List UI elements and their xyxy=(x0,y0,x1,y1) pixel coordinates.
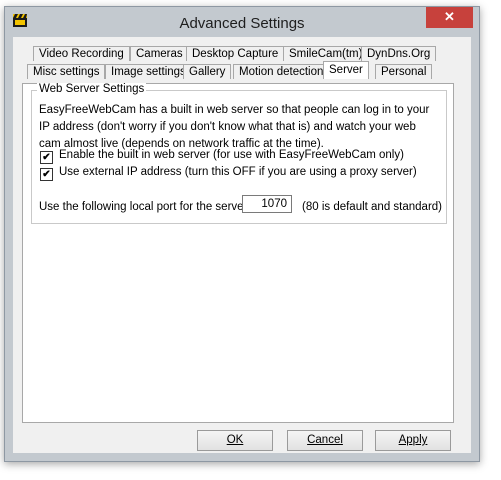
external-ip-row[interactable]: ✔ Use external IP address (turn this OFF … xyxy=(40,164,417,181)
tab-image-settings[interactable]: Image settings xyxy=(105,64,192,79)
tab-cameras[interactable]: Cameras xyxy=(130,46,189,61)
group-title: Web Server Settings xyxy=(37,83,147,95)
tab-server[interactable]: Server xyxy=(323,61,369,79)
web-server-settings-group: Web Server Settings EasyFreeWebCam has a… xyxy=(31,83,447,224)
tab-motion-detection[interactable]: Motion detection xyxy=(233,64,330,79)
tab-dyndns[interactable]: DynDns.Org xyxy=(361,46,437,61)
tab-video-recording[interactable]: Video Recording xyxy=(33,46,130,61)
port-hint: (80 is default and standard) xyxy=(302,201,443,213)
server-description: EasyFreeWebCam has a built in web server… xyxy=(39,104,430,150)
port-input[interactable] xyxy=(242,195,292,213)
dialog-client-area: Video Recording Cameras Desktop Capture … xyxy=(13,37,471,453)
cancel-button[interactable]: Cancel xyxy=(287,430,363,451)
tab-misc-settings[interactable]: Misc settings xyxy=(27,64,106,79)
tab-personal[interactable]: Personal xyxy=(375,64,433,79)
tab-desktop-capture[interactable]: Desktop Capture xyxy=(186,46,285,61)
port-label: Use the following local port for the ser… xyxy=(39,201,248,213)
close-button[interactable]: ✕ xyxy=(426,7,473,28)
ok-button[interactable]: OK xyxy=(197,430,273,451)
window-title: Advanced Settings xyxy=(179,15,305,32)
enable-server-label: Enable the built in web server (for use … xyxy=(59,149,404,161)
tab-gallery[interactable]: Gallery xyxy=(183,64,232,79)
apply-button[interactable]: Apply xyxy=(375,430,451,451)
external-ip-checkbox[interactable]: ✔ xyxy=(40,168,53,181)
tab-smilecam[interactable]: SmileCam(tm) xyxy=(283,46,369,61)
advanced-settings-window: Advanced Settings ✕ Video Recording Came… xyxy=(4,6,480,462)
enable-server-row[interactable]: ✔ Enable the built in web server (for use… xyxy=(40,147,404,164)
enable-server-checkbox[interactable]: ✔ xyxy=(40,151,53,164)
external-ip-label: Use external IP address (turn this OFF i… xyxy=(59,166,417,178)
server-tab-panel: Web Server Settings EasyFreeWebCam has a… xyxy=(22,83,454,423)
title-bar[interactable]: Advanced Settings ✕ xyxy=(5,7,479,37)
